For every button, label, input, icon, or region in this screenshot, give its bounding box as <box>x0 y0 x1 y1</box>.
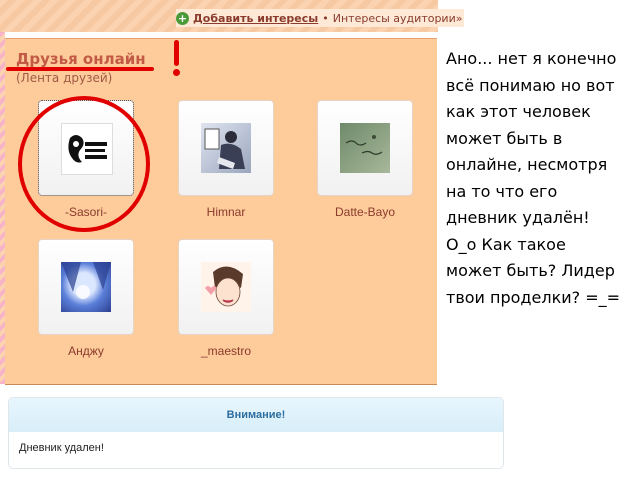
comment-line: твои проделки? =_= <box>446 287 621 307</box>
friend-item-andzhu[interactable]: Анджу <box>39 240 133 358</box>
panel-subtitle[interactable]: (Лента друзей) <box>16 71 112 85</box>
friend-avatar-frame[interactable] <box>179 240 273 334</box>
maestro-avatar-art <box>205 266 243 307</box>
interests-bar: + Добавить интересы • Интересы аудитории… <box>176 9 465 27</box>
annotation-comment: Ано... нет я конечно всё понимаю но вот … <box>446 46 636 311</box>
add-interests-link[interactable]: Добавить интересы <box>193 12 318 25</box>
friend-avatar-frame[interactable] <box>39 240 133 334</box>
friend-avatar-frame[interactable] <box>179 101 273 195</box>
comment-line: может быть? Лидер <box>446 261 615 280</box>
friend-name[interactable]: Datte-Bayo <box>318 205 412 219</box>
comment-line: всё понимаю но вот <box>446 75 615 95</box>
avatar[interactable] <box>201 262 251 312</box>
comment-line: дневник удалён! <box>446 208 590 227</box>
datte-avatar-art <box>345 135 383 155</box>
audience-interests-link[interactable]: Интересы аудитории» <box>333 12 463 25</box>
annotation-exclamation-dot <box>173 69 180 76</box>
warning-box: Внимание! Дневник удален! <box>8 397 504 469</box>
andzhu-avatar-art <box>61 262 111 299</box>
panel-divider <box>5 384 437 385</box>
comment-line: онлайне, несмотря <box>446 155 608 174</box>
friend-item-maestro[interactable]: _maestro <box>179 240 273 358</box>
avatar[interactable] <box>61 262 111 312</box>
annotation-underline <box>6 67 154 71</box>
annotation-exclamation <box>174 40 179 66</box>
comment-line: может быть в <box>446 128 563 148</box>
friend-item-datte-bayo[interactable]: Datte-Bayo <box>318 101 412 219</box>
separator: • <box>322 11 329 25</box>
friend-avatar-frame[interactable] <box>318 101 412 195</box>
himnar-avatar-art <box>204 128 245 169</box>
avatar[interactable] <box>201 123 251 173</box>
annotation-circle <box>18 96 150 232</box>
warning-title: Внимание! <box>9 398 503 432</box>
avatar[interactable] <box>340 123 390 173</box>
friend-name[interactable]: _maestro <box>179 344 273 358</box>
comment-line: О_о Как такое <box>446 234 566 254</box>
friend-name[interactable]: Himnar <box>179 205 273 219</box>
friend-name[interactable]: Анджу <box>39 344 133 358</box>
plus-icon[interactable]: + <box>176 11 189 25</box>
comment-line: на то что его <box>446 181 558 201</box>
warning-message: Дневник удален! <box>19 442 104 454</box>
comment-line: как этот человек <box>446 102 591 121</box>
friend-item-himnar[interactable]: Himnar <box>179 101 273 219</box>
comment-line: Ано... нет я конечно <box>446 49 617 68</box>
panel-title[interactable]: Друзья онлайн <box>16 50 146 68</box>
